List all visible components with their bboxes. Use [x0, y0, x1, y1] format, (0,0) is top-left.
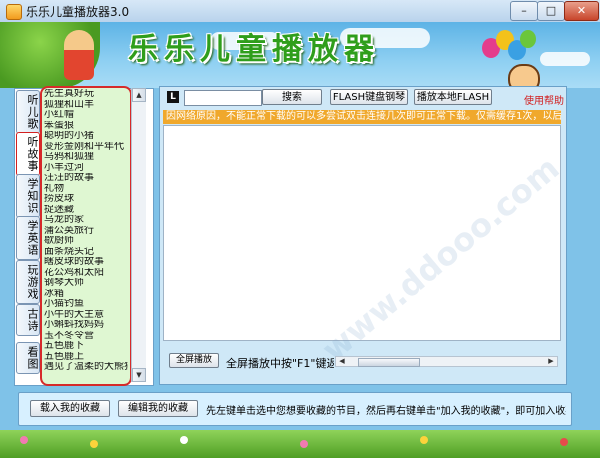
scroll-up-arrow[interactable]: ▲	[132, 88, 146, 102]
tab-poems[interactable]: 古诗	[16, 304, 40, 336]
flower-icon	[180, 436, 188, 444]
scroll-right-arrow[interactable]: ▶	[545, 357, 557, 366]
app-icon	[6, 4, 22, 20]
app-window: 乐乐儿童播放器3.0 – □ ✕ 乐乐儿童播放器 听儿歌 听故事 学知识 学英语…	[0, 0, 600, 458]
story-list-item[interactable]: 捉迷藏	[44, 205, 128, 216]
kid-on-swing-illustration	[64, 30, 94, 80]
play-local-flash-button[interactable]: 播放本地FLASH	[414, 89, 492, 105]
story-list-item[interactable]: 小红帽	[44, 110, 128, 121]
tab-stories[interactable]: 听故事	[16, 132, 40, 176]
story-list-item[interactable]: 笨蛋狼	[44, 121, 128, 132]
search-input[interactable]	[184, 90, 262, 106]
tab-knowledge[interactable]: 学知识	[16, 174, 40, 218]
load-favorites-button[interactable]: 载入我的收藏	[30, 400, 110, 417]
tab-games[interactable]: 玩游戏	[16, 260, 40, 304]
story-list-item[interactable]: 遇见了温柔的大熊猫	[44, 362, 128, 373]
scroll-down-arrow[interactable]: ▼	[132, 368, 146, 382]
fullscreen-button[interactable]: 全屏播放	[169, 353, 219, 368]
story-list-item[interactable]: 捞皮球	[44, 194, 128, 205]
balloon-icon	[520, 30, 536, 48]
story-list-item[interactable]: 小羊过河	[44, 163, 128, 174]
l-icon: L	[167, 91, 179, 103]
title-bar[interactable]: 乐乐儿童播放器3.0 – □ ✕	[0, 0, 600, 23]
app-logo-text: 乐乐儿童播放器	[128, 32, 380, 67]
fullscreen-hint: 全屏播放中按"F1"键返回主窗口	[226, 357, 334, 370]
story-list-item[interactable]: 小牛的大主意	[44, 310, 128, 321]
story-list-scrollbar[interactable]: ▲ ▼	[131, 88, 146, 382]
favorites-hint: 先左键单击选中您想要收藏的节目，然后再右键单击"加入我的收藏"，即可加入收藏。	[206, 406, 566, 417]
edit-favorites-button[interactable]: 编辑我的收藏	[118, 400, 198, 417]
story-list-item[interactable]: 花公鸡和太阳	[44, 268, 128, 279]
scroll-left-arrow[interactable]: ◀	[336, 357, 348, 366]
window-title: 乐乐儿童播放器3.0	[26, 5, 130, 19]
story-list-item[interactable]: 面条烧头记	[44, 247, 128, 258]
story-list-item[interactable]: 汪汪的故事	[44, 173, 128, 184]
maximize-button[interactable]: □	[537, 1, 565, 21]
flower-icon	[90, 440, 98, 448]
scrollbar-thumb[interactable]	[358, 358, 420, 367]
story-list-item[interactable]: 歇厨师	[44, 236, 128, 247]
flash-piano-button[interactable]: FLASH键盘钢琴	[330, 89, 408, 105]
cloud-decoration	[540, 52, 590, 66]
story-list-item[interactable]: 小猫钓鱼	[44, 299, 128, 310]
notice-banner: 因网络原因，不能正常下载的可以多尝试双击连接几次即可正常下载。仅需缓存1次，以后…	[163, 110, 561, 124]
close-button[interactable]: ✕	[564, 1, 599, 21]
tab-listen-songs[interactable]: 听儿歌	[16, 90, 40, 134]
story-list-item[interactable]: 冰箱	[44, 289, 128, 300]
flower-icon	[420, 436, 428, 444]
minimize-button[interactable]: –	[510, 1, 538, 21]
help-link[interactable]: 使用帮助	[524, 92, 564, 107]
story-list-item[interactable]: 蒲公英旅行	[44, 226, 128, 237]
story-list-item[interactable]: 先生真好玩	[44, 89, 128, 100]
flower-icon	[20, 436, 28, 444]
story-list-item[interactable]: 聪明的小猪	[44, 131, 128, 142]
tab-english[interactable]: 学英语	[16, 216, 40, 260]
story-list-item[interactable]: 乌鸦和狐狸	[44, 152, 128, 163]
story-list-item[interactable]: 玉不冬令营	[44, 331, 128, 342]
story-list-item[interactable]: 五色鹿下	[44, 341, 128, 352]
tab-pictures[interactable]: 看图	[16, 342, 40, 374]
story-list-item[interactable]: 小蝌蚪找妈妈	[44, 320, 128, 331]
flower-icon	[560, 438, 568, 446]
story-list-item[interactable]: 变形金刚和平年代	[44, 142, 128, 153]
horizontal-scrollbar[interactable]: ◀ ▶	[335, 356, 558, 367]
story-list[interactable]: 先生真好玩 狐狸和山羊 小红帽 笨蛋狼 聪明的小猪 变形金刚和平年代 乌鸦和狐狸 小羊过河 汪汪…	[40, 86, 132, 386]
story-list-item[interactable]: 乌龙的家	[44, 215, 128, 226]
search-button[interactable]: 搜索	[262, 89, 322, 105]
flower-icon	[300, 440, 308, 448]
story-list-item[interactable]: 狐狸和山羊	[44, 100, 128, 111]
story-list-item[interactable]: 钢琴大师	[44, 278, 128, 289]
story-list-item[interactable]: 五色鹿上	[44, 352, 128, 363]
story-list-items: 先生真好玩 狐狸和山羊 小红帽 笨蛋狼 聪明的小猪 变形金刚和平年代 乌鸦和狐狸 小羊过河 汪汪…	[44, 89, 128, 373]
story-list-item[interactable]: 瞎皮球的故事	[44, 257, 128, 268]
story-list-item[interactable]: 礼物	[44, 184, 128, 195]
